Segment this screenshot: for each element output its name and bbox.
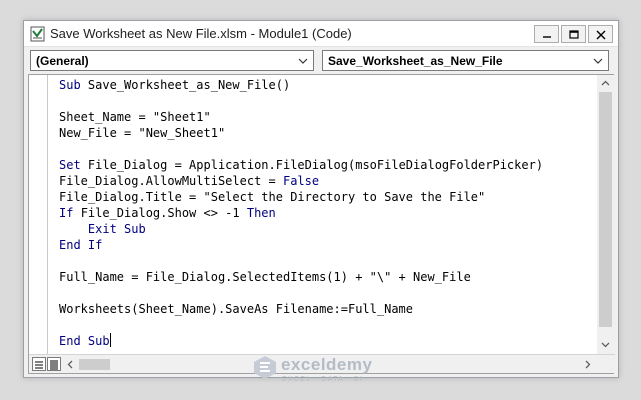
scroll-down-icon[interactable] [601,340,610,349]
code-text: Full_Name = File_Dialog.SelectedItems(1)… [59,270,471,284]
code-keyword: Set [59,158,88,172]
code-text: New_File = "New_Sheet1" [59,126,226,140]
code-keyword: Exit Sub [87,222,146,236]
code-text: File_Dialog = Application.FileDialog(mso… [87,158,544,172]
code-line[interactable]: File_Dialog.AllowMultiSelect = False [59,173,543,189]
code-line[interactable]: End If [59,237,543,253]
watermark-name: exceldemy [281,355,373,374]
horizontal-scroll-thumb[interactable] [79,359,110,370]
procedure-view-button[interactable] [32,357,46,371]
margin-indicator-bar[interactable] [29,75,48,354]
code-line[interactable]: End Sub [59,333,543,349]
scroll-left-icon[interactable] [66,360,75,369]
code-line[interactable] [59,253,543,269]
code-text: File_Dialog.Title = "Select the Director… [59,190,486,204]
object-combo-value: (General) [36,54,89,68]
code-text: File_Dialog.AllowMultiSelect = [59,174,283,188]
code-keyword: Then [246,206,276,220]
scroll-up-icon[interactable] [601,79,610,88]
code-line[interactable] [59,285,543,301]
chevron-down-icon [593,58,603,64]
vertical-scroll-thumb[interactable] [599,92,612,327]
code-keyword: End If [59,238,103,252]
code-line[interactable] [59,317,543,333]
vertical-scrollbar[interactable] [597,75,614,354]
procedure-combo[interactable]: Save_Worksheet_as_New_File [322,50,609,71]
code-area[interactable]: Sub Save_Worksheet_as_New_File() Sheet_Na… [59,77,543,349]
close-button[interactable] [588,25,613,43]
code-line[interactable] [59,93,543,109]
code-text: Worksheets(Sheet_Name).SaveAs Filename:=… [59,302,414,316]
code-line[interactable] [59,141,543,157]
code-keyword: False [282,174,320,188]
minimize-icon [543,36,551,38]
code-line[interactable]: Sheet_Name = "Sheet1" [59,109,543,125]
title-bar[interactable]: Save Worksheet as New File.xlsm - Module… [24,21,618,47]
code-line[interactable]: Worksheets(Sheet_Name).SaveAs Filename:=… [59,301,543,317]
close-icon [596,30,606,40]
code-line[interactable]: Sub Save_Worksheet_as_New_File() [59,77,543,93]
full-module-view-icon [50,360,58,370]
window-title: Save Worksheet as New File.xlsm - Module… [50,26,352,41]
full-module-view-button[interactable] [47,357,61,371]
text-caret [109,333,111,347]
exceldemy-logo-icon [254,356,276,379]
code-keyword: Sub [59,78,88,92]
scroll-right-icon[interactable] [583,360,592,369]
minimize-button[interactable] [534,25,559,43]
code-text: File_Dialog.Show <> -1 [80,206,247,220]
restore-icon [569,30,579,39]
excel-vba-module-icon [30,26,45,42]
chevron-down-icon [298,58,308,64]
code-text: Save_Worksheet_as_New_File() [87,78,291,92]
code-line[interactable]: New_File = "New_Sheet1" [59,125,543,141]
code-editor[interactable]: Sub Save_Worksheet_as_New_File() Sheet_Na… [28,74,615,374]
vbe-code-window: Save Worksheet as New File.xlsm - Module… [23,20,619,378]
object-combo[interactable]: (General) [30,50,314,71]
procedure-view-icon [35,361,43,369]
code-line[interactable]: If File_Dialog.Show <> -1 Then [59,205,543,221]
code-keyword: End Sub [59,334,110,348]
code-text: Sheet_Name = "Sheet1" [59,110,211,124]
exceldemy-watermark: exceldemy EXCEL · DATA · BI [248,350,398,390]
restore-button[interactable] [561,25,586,43]
code-line[interactable]: File_Dialog.Title = "Select the Director… [59,189,543,205]
code-keyword: If [59,206,81,220]
code-line[interactable]: Full_Name = File_Dialog.SelectedItems(1)… [59,269,543,285]
code-line[interactable]: Exit Sub [59,221,543,237]
code-line[interactable]: Set File_Dialog = Application.FileDialog… [59,157,543,173]
procedure-combo-value: Save_Worksheet_as_New_File [328,54,503,68]
watermark-tagline: EXCEL · DATA · BI [282,376,364,383]
